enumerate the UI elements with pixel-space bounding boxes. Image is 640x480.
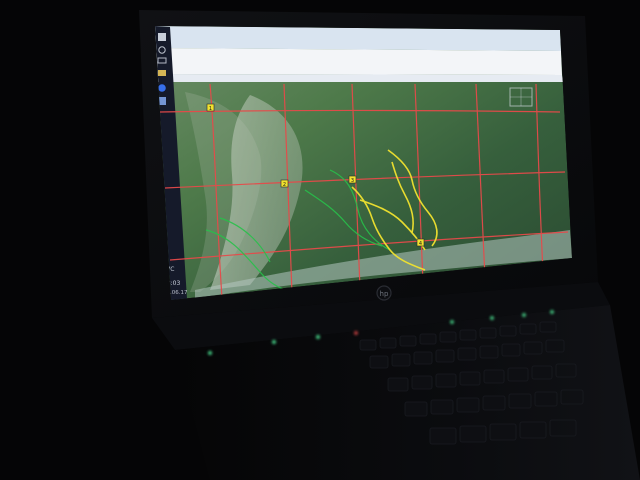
file-explorer-icon[interactable] [158, 70, 166, 76]
marker-label: 2 [283, 182, 286, 188]
image-title [163, 1, 423, 15]
marker-label: 4 [419, 241, 422, 247]
marker-label: 3 [351, 178, 354, 184]
title-bar [155, 26, 561, 51]
laptop-screen: 1 2 3 4 РУС [155, 26, 572, 300]
map-marker: 1 [206, 103, 215, 112]
hp-logo-icon: hp [376, 285, 392, 301]
hp-logo-text: hp [380, 290, 389, 298]
status-strip [157, 74, 563, 82]
ribbon [156, 48, 562, 75]
browser-icon[interactable] [158, 84, 166, 92]
map-marker: 3 [348, 175, 357, 184]
windows-start-icon[interactable] [158, 33, 166, 41]
laptop-photo: 1 2 3 4 РУС [0, 0, 640, 480]
marker-label: 1 [209, 106, 212, 112]
map-marker: 2 [280, 179, 289, 188]
map-marker: 4 [416, 238, 425, 247]
